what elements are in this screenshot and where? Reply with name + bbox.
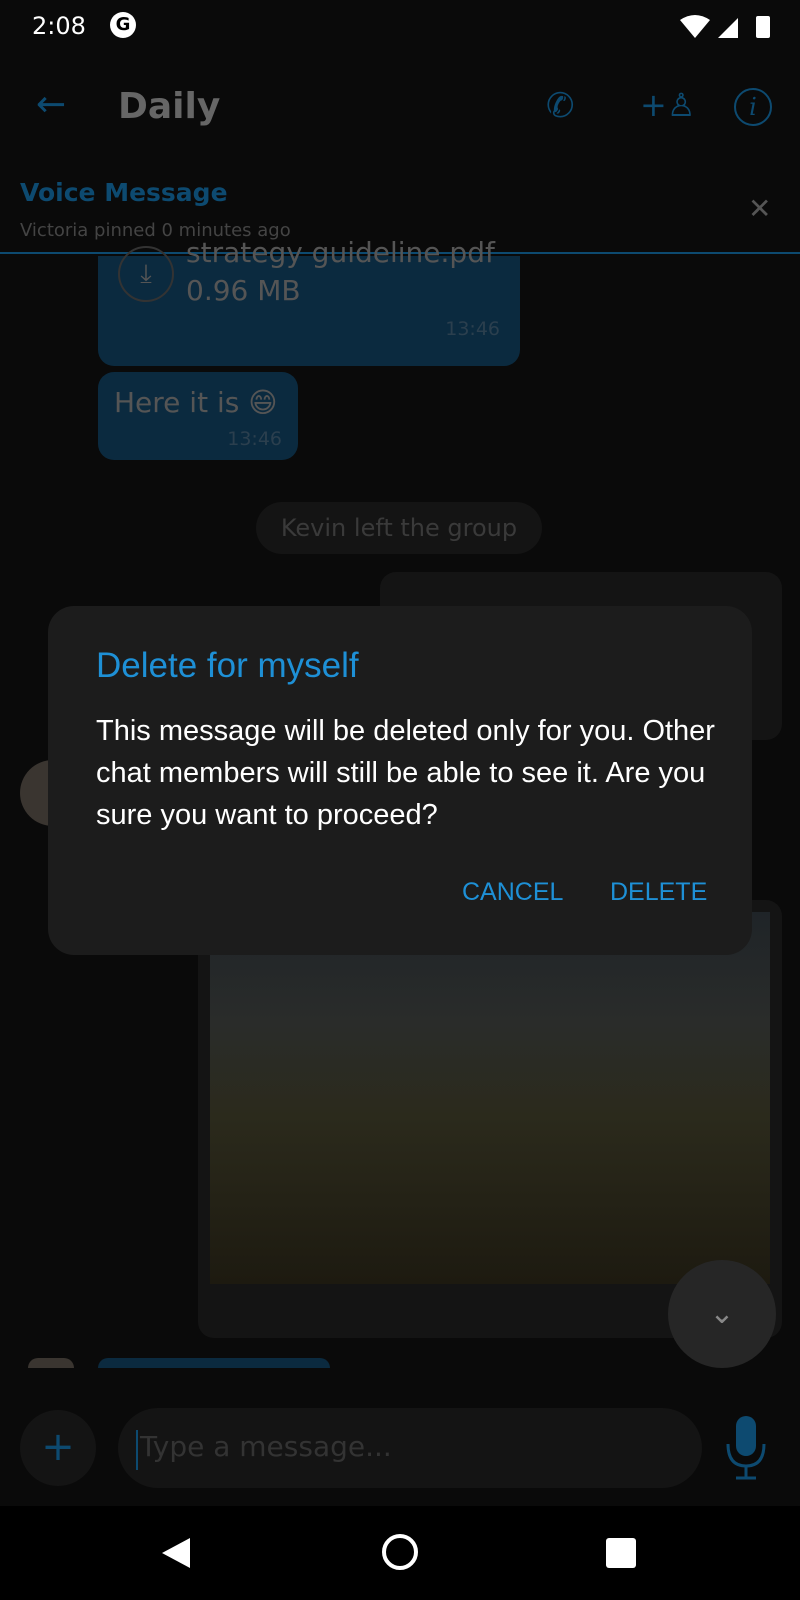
add-person-icon[interactable]: +♙ <box>640 86 696 124</box>
battery-icon <box>756 16 770 38</box>
message-time: 13:46 <box>227 428 282 450</box>
phone-icon[interactable]: ✆ <box>546 86 575 126</box>
download-icon[interactable]: ⤓ <box>118 246 174 302</box>
home-nav-icon[interactable] <box>382 1534 418 1570</box>
google-g-icon: G <box>110 12 136 38</box>
microphone-icon[interactable] <box>724 1416 768 1480</box>
file-size: 0.96 MB <box>186 274 301 307</box>
plus-icon: + <box>41 1424 75 1470</box>
status-bar: 2:08 G <box>0 0 800 56</box>
clock: 2:08 <box>32 12 86 40</box>
status-icons <box>680 15 770 38</box>
delete-dialog: Delete for myself This message will be d… <box>48 606 752 955</box>
text-cursor <box>136 1430 138 1470</box>
partial-message <box>98 1358 330 1368</box>
waterfall-photo[interactable] <box>210 912 770 1284</box>
message-placeholder: Type a message... <box>140 1430 392 1463</box>
message-text: Here it is 😄 <box>114 386 278 419</box>
cancel-button[interactable]: CANCEL <box>462 878 563 907</box>
file-message[interactable]: ⤓ strategy guideline.pdf 0.96 MB 13:46 <box>98 236 520 366</box>
pinned-title: Voice Message <box>20 178 228 207</box>
scroll-down-button[interactable]: ⌄ <box>668 1260 776 1368</box>
add-attachment-button[interactable]: + <box>20 1410 96 1486</box>
chat-title[interactable]: Daily <box>118 86 220 127</box>
signal-icon <box>718 18 738 38</box>
message-time: 13:46 <box>445 318 500 340</box>
back-arrow-icon[interactable]: ← <box>36 84 66 125</box>
navigation-bar <box>0 1506 800 1600</box>
app-bar: ← Daily ✆ +♙ i <box>0 56 800 168</box>
info-icon[interactable]: i <box>734 88 772 126</box>
avatar <box>28 1358 74 1368</box>
back-nav-icon[interactable] <box>160 1536 192 1570</box>
recents-nav-icon[interactable] <box>606 1538 636 1568</box>
close-icon[interactable]: ✕ <box>748 192 771 225</box>
file-name: strategy guideline.pdf <box>186 236 495 269</box>
delete-button[interactable]: DELETE <box>610 878 707 907</box>
chevron-down-icon: ⌄ <box>709 1296 735 1331</box>
text-message[interactable]: Here it is 😄 13:46 <box>98 372 298 460</box>
dialog-message: This message will be deleted only for yo… <box>96 715 715 831</box>
system-message: Kevin left the group <box>256 502 542 554</box>
dialog-title: Delete for myself <box>96 646 359 685</box>
message-input[interactable]: Type a message... <box>118 1408 702 1488</box>
wifi-icon <box>680 15 710 38</box>
